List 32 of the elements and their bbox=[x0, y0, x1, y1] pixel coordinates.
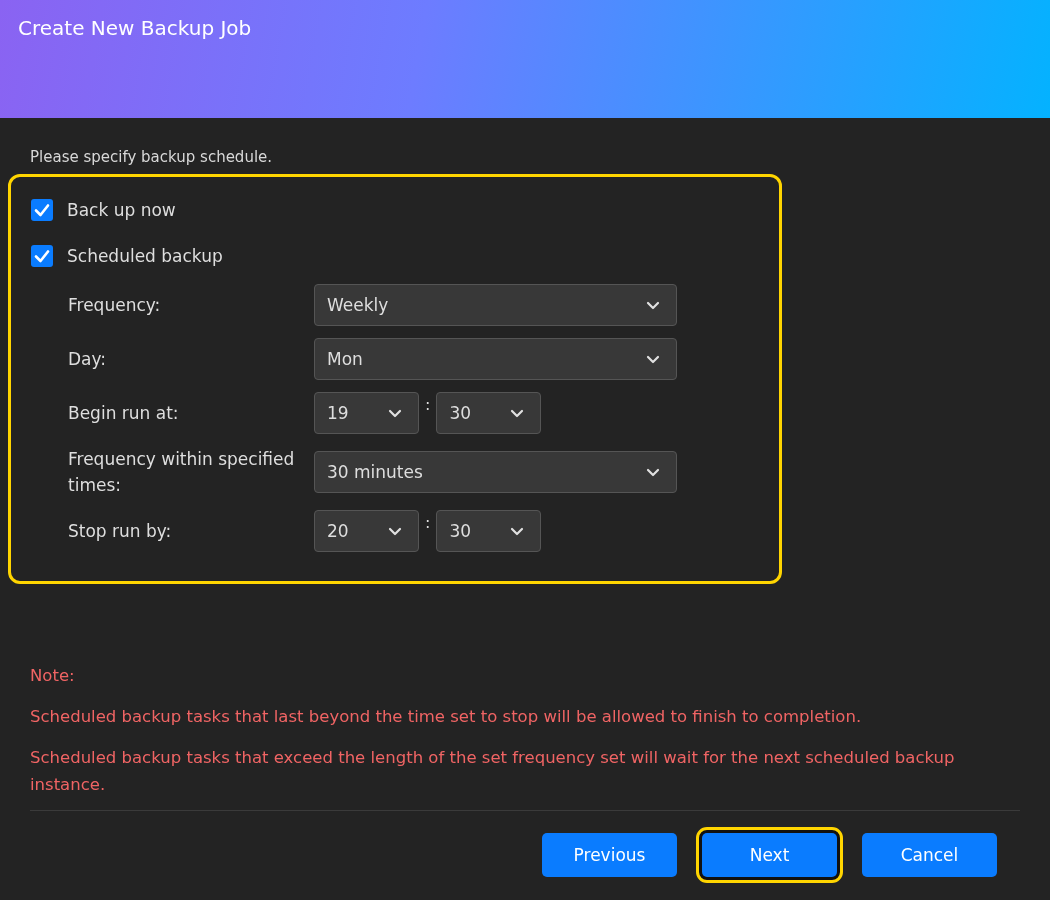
chevron-down-icon bbox=[646, 300, 660, 310]
dialog-button[interactable]: Cancel bbox=[862, 833, 997, 877]
checkbox[interactable] bbox=[31, 245, 53, 267]
checkbox[interactable] bbox=[31, 199, 53, 221]
field-label: Day: bbox=[68, 348, 108, 371]
window-title: Create New Backup Job bbox=[18, 16, 252, 40]
dropdown[interactable]: Weekly bbox=[314, 284, 677, 326]
field-label: Stop run by: bbox=[68, 520, 173, 543]
checkbox-label: Scheduled backup bbox=[67, 246, 223, 266]
field-label: Frequency within specified times: bbox=[68, 448, 296, 497]
checkbox-label: Back up now bbox=[67, 200, 176, 220]
field-label: Frequency: bbox=[68, 294, 162, 317]
time-separator: : bbox=[424, 394, 432, 416]
dropdown[interactable]: 30 bbox=[436, 392, 542, 434]
dropdown[interactable]: 30 minutes bbox=[314, 451, 677, 493]
chevron-down-icon bbox=[388, 526, 402, 536]
dropdown[interactable]: 30 bbox=[436, 510, 542, 552]
chevron-down-icon bbox=[510, 526, 525, 536]
chevron-down-icon bbox=[388, 408, 402, 418]
dropdown[interactable]: 19 bbox=[314, 392, 419, 434]
chevron-down-icon bbox=[646, 467, 660, 477]
note-text: Scheduled backup tasks that last beyond the time set to stop will be allowed to finish to completion. bbox=[30, 706, 863, 728]
chevron-down-icon bbox=[646, 354, 660, 364]
time-separator: : bbox=[424, 512, 432, 534]
note-heading: Note: bbox=[30, 665, 76, 687]
note-text: Scheduled backup tasks that exceed the length of the set frequency set will wait for the next scheduled backup instance. bbox=[30, 747, 956, 796]
field-label: Begin run at: bbox=[68, 402, 180, 425]
chevron-down-icon bbox=[510, 408, 525, 418]
dropdown[interactable]: Mon bbox=[314, 338, 677, 380]
instruction-text: Please specify backup schedule. bbox=[30, 148, 274, 166]
dialog-button[interactable]: Previous bbox=[542, 833, 677, 877]
dropdown[interactable]: 20 bbox=[314, 510, 419, 552]
